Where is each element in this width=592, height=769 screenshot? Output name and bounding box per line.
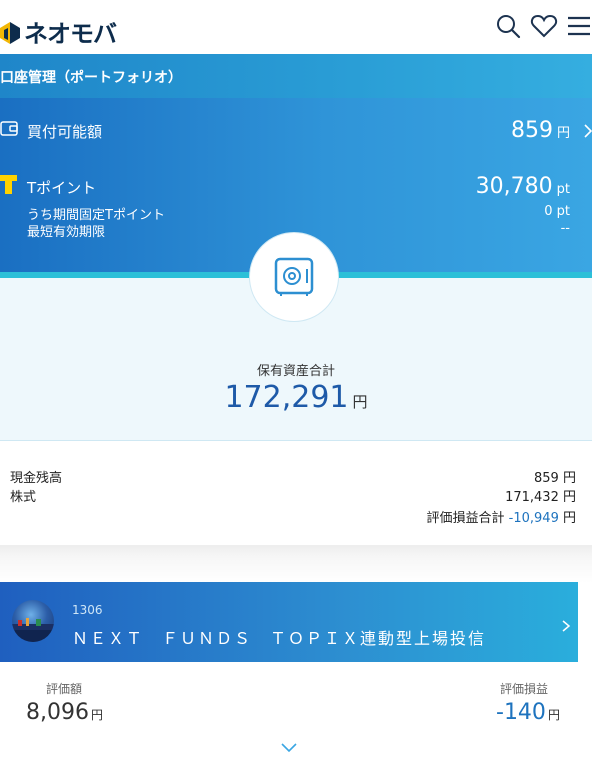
- fund-pl-value: -140 円: [496, 700, 560, 725]
- heart-icon[interactable]: [530, 12, 558, 40]
- tpoint-value: 30,780 pt: [475, 174, 570, 199]
- fund-pl-label: 評価損益: [500, 682, 549, 696]
- logo-mark-icon: [0, 21, 20, 44]
- fund-name: ＮＥＸＴ ＦＵＮＤＳ ＴＯＰＩＸ連動型上場投信: [72, 629, 487, 648]
- safe-icon-badge: [249, 232, 339, 322]
- chevron-right-icon[interactable]: [560, 620, 572, 632]
- valuation-label: 評価額: [46, 682, 83, 696]
- fund-code: 1306: [72, 603, 103, 617]
- total-pl-value: -10,949: [508, 511, 559, 526]
- portfolio-section-header: 口座管理（ポートフォリオ）: [0, 54, 592, 98]
- fund-card-body: 評価額 8,096 円 評価損益 -140 円: [0, 662, 578, 769]
- stock-label: 株式: [10, 490, 37, 505]
- cash-balance-value: 859 円: [534, 471, 576, 486]
- chevron-down-icon[interactable]: [280, 742, 298, 754]
- section-gap: [0, 545, 592, 583]
- stock-value: 171,432 円: [505, 490, 576, 505]
- total-assets-value: 172,291 円: [224, 380, 368, 415]
- total-pl-label: 評価損益合計: [426, 511, 505, 526]
- app-header: ネオモバ: [0, 0, 592, 54]
- total-pl-row: 評価損益合計 -10,949 円: [426, 511, 577, 526]
- safe-icon: [274, 257, 314, 296]
- asset-breakdown: 現金残高 株式 859 円 171,432 円 評価損益合計 -10,949 円: [0, 441, 592, 545]
- section-title: 口座管理（ポートフォリオ）: [0, 70, 182, 86]
- buying-power-label: 買付可能額: [27, 123, 103, 141]
- search-icon[interactable]: [494, 12, 522, 40]
- tpoint-label: Tポイント: [27, 179, 97, 197]
- logo-text: ネオモバ: [24, 20, 117, 48]
- menu-icon[interactable]: [566, 12, 592, 40]
- expiry-value: --: [560, 221, 570, 236]
- total-assets-label: 保有資産合計: [256, 364, 335, 379]
- neomoba-logo[interactable]: ネオモバ: [0, 14, 117, 49]
- fund-card-header[interactable]: 1306 ＮＥＸＴ ＦＵＮＤＳ ＴＯＰＩＸ連動型上場投信: [0, 582, 578, 662]
- fund-thumbnail: [12, 600, 54, 642]
- expiry-label: 最短有効期限: [27, 225, 106, 240]
- fixed-tpoint-value: 0 pt: [544, 204, 570, 219]
- tpoint-logo-icon: [0, 175, 17, 194]
- buying-power-value: 859 円: [510, 118, 570, 143]
- valuation-value: 8,096 円: [26, 700, 103, 725]
- cash-balance-label: 現金残高: [10, 471, 63, 486]
- wallet-icon: [0, 121, 18, 136]
- chevron-right-icon[interactable]: [584, 124, 592, 138]
